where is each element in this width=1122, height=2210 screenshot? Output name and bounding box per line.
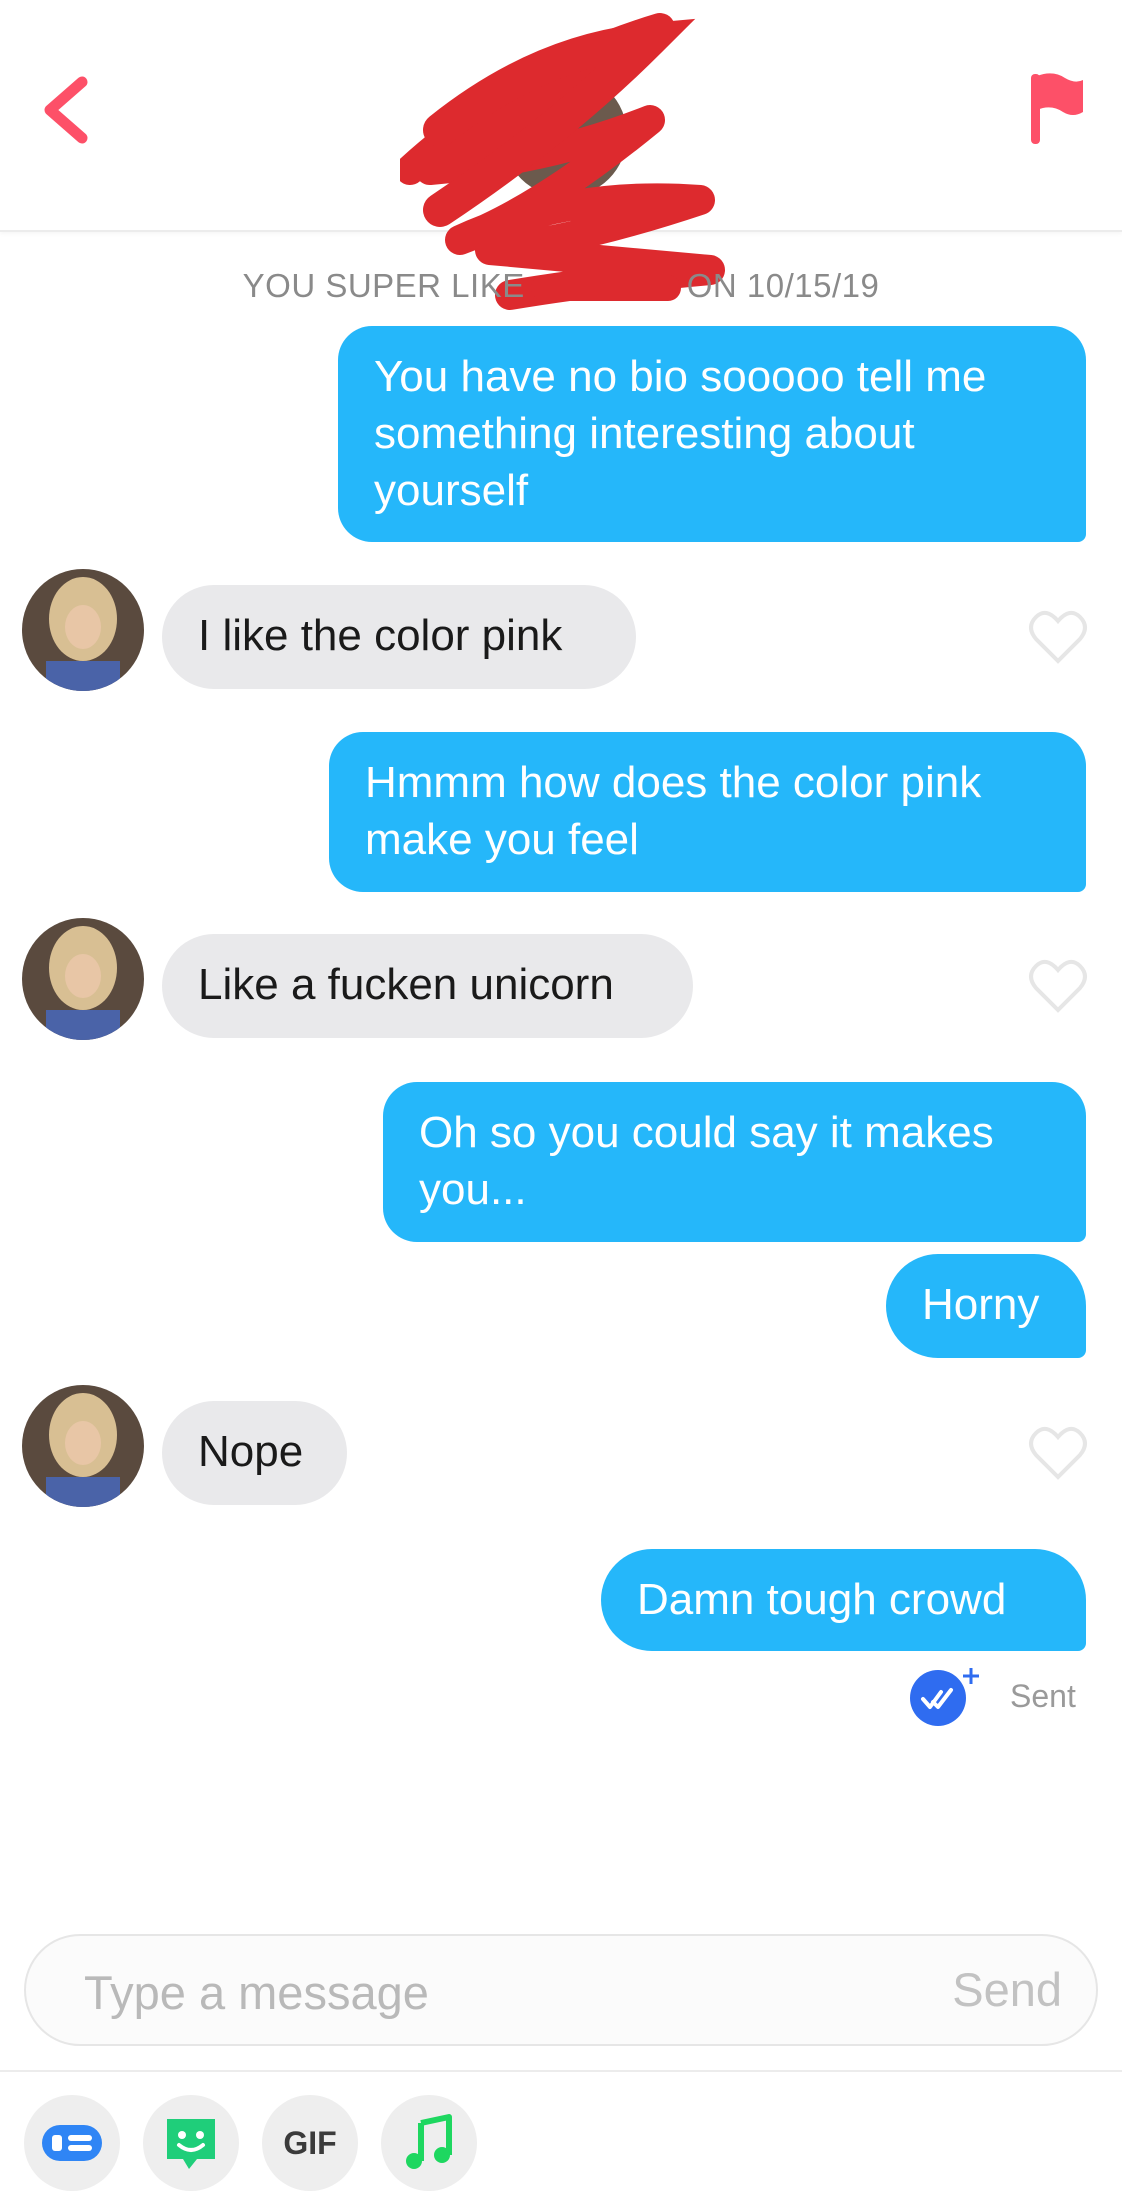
message-text: Damn tough crowd — [637, 1575, 1007, 1624]
message-bubble-outgoing[interactable]: Horny — [886, 1254, 1086, 1358]
like-message-button[interactable] — [1028, 958, 1088, 1014]
report-flag-button[interactable] — [1025, 68, 1085, 148]
message-bubble-outgoing[interactable]: Oh so you could say it makes you... — [383, 1082, 1086, 1242]
chat-card-icon — [42, 2125, 102, 2161]
message-text-line: make you feel — [365, 815, 639, 864]
message-bubble-incoming[interactable]: Like a fucken unicorn — [162, 934, 693, 1038]
message-bubble-outgoing[interactable]: Damn tough crowd — [601, 1549, 1086, 1651]
message-bubble-incoming[interactable]: I like the color pink — [162, 585, 636, 689]
like-message-button[interactable] — [1028, 1425, 1088, 1481]
gif-icon: GIF — [283, 2125, 337, 2161]
sticker-button[interactable] — [143, 2095, 239, 2191]
message-text-line: yourself — [374, 466, 529, 515]
message-input[interactable] — [82, 1958, 886, 2026]
message-text: I like the color pink — [198, 611, 563, 660]
chat-card-button[interactable] — [24, 2095, 120, 2191]
message-bubble-outgoing[interactable]: You have no bio sooooo tell me something… — [338, 326, 1086, 542]
message-bubble-incoming[interactable]: Nope — [162, 1401, 347, 1505]
super-like-notice: YOU SUPER LIKE ON 10/15/19 — [0, 264, 1122, 308]
sticker-icon — [167, 2119, 215, 2169]
heart-icon — [1029, 1426, 1087, 1480]
message-text: Horny — [922, 1280, 1040, 1329]
message-text-line: something interesting about — [374, 409, 915, 458]
message-text: Nope — [198, 1427, 304, 1476]
heart-icon — [1029, 610, 1087, 664]
message-text-line: you... — [419, 1165, 527, 1214]
message-bubble-outgoing[interactable]: Hmmm how does the color pink make you fe… — [329, 732, 1086, 892]
send-button[interactable]: Send — [952, 1962, 1062, 2017]
sender-avatar[interactable] — [22, 1385, 144, 1507]
message-text-line: Oh so you could say it makes — [419, 1108, 994, 1157]
sender-avatar-image — [22, 569, 144, 691]
music-button[interactable] — [381, 2095, 477, 2191]
message-text-line: Hmmm how does the color pink — [365, 758, 982, 807]
message-text-line: You have no bio sooooo tell me — [374, 352, 987, 401]
meta-suffix: ON 10/15/19 — [686, 267, 880, 304]
chevron-left-icon — [44, 76, 88, 144]
heart-icon — [1029, 959, 1087, 1013]
back-button[interactable] — [40, 70, 100, 150]
music-note-icon — [406, 2114, 452, 2169]
message-composer: Send — [24, 1934, 1098, 2046]
sender-avatar-image — [22, 918, 144, 1040]
flag-icon — [1031, 73, 1083, 144]
message-text: Like a fucken unicorn — [198, 960, 614, 1009]
sent-status-label: Sent — [1010, 1678, 1076, 1714]
meta-redaction — [530, 275, 681, 302]
sender-avatar[interactable] — [22, 569, 144, 691]
sender-avatar[interactable] — [22, 918, 144, 1040]
gif-button[interactable]: GIF — [262, 2095, 358, 2191]
chat-header — [0, 0, 1122, 232]
double-check-icon — [910, 1668, 979, 1726]
meta-prefix: YOU SUPER LIKE — [242, 267, 525, 304]
sender-avatar-image — [22, 1385, 144, 1507]
like-message-button[interactable] — [1028, 609, 1088, 665]
